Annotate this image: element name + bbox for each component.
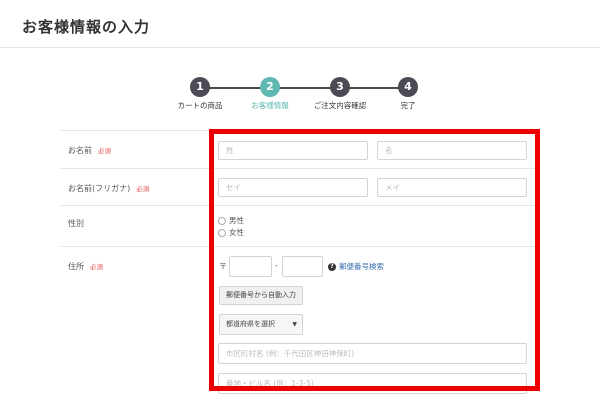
field-label: 住所 必須 bbox=[68, 261, 103, 272]
step-number: 4 bbox=[398, 77, 418, 97]
step-customer-info: 2 お客様情報 bbox=[230, 77, 310, 111]
step-cart: 1 カートの商品 bbox=[160, 77, 240, 111]
step-label: 完了 bbox=[400, 101, 416, 110]
step-label: お客様情報 bbox=[251, 101, 289, 110]
highlight-frame bbox=[209, 129, 540, 391]
field-label: 性別 bbox=[68, 218, 84, 229]
step-complete: 4 完了 bbox=[368, 77, 448, 111]
step-number: 3 bbox=[330, 77, 350, 97]
title-divider bbox=[0, 47, 600, 48]
page-title: お客様情報の入力 bbox=[22, 18, 151, 36]
field-label-text: お名前 bbox=[68, 146, 92, 155]
step-number: 1 bbox=[190, 77, 210, 97]
field-label-text: お名前(フリガナ) bbox=[68, 184, 131, 193]
required-badge: 必須 bbox=[90, 263, 103, 271]
step-label: カートの商品 bbox=[177, 101, 223, 110]
field-label: お名前 必須 bbox=[68, 145, 111, 156]
field-label-text: 性別 bbox=[68, 219, 84, 228]
field-label: お名前(フリガナ) 必須 bbox=[68, 183, 149, 194]
required-badge: 必須 bbox=[136, 185, 150, 193]
required-badge: 必須 bbox=[98, 147, 111, 155]
checkout-progress-stepper: 1 カートの商品 2 お客様情報 3 ご注文内容確認 4 完了 bbox=[168, 77, 438, 117]
field-label-text: 住所 bbox=[68, 262, 84, 271]
step-number: 2 bbox=[260, 77, 280, 97]
